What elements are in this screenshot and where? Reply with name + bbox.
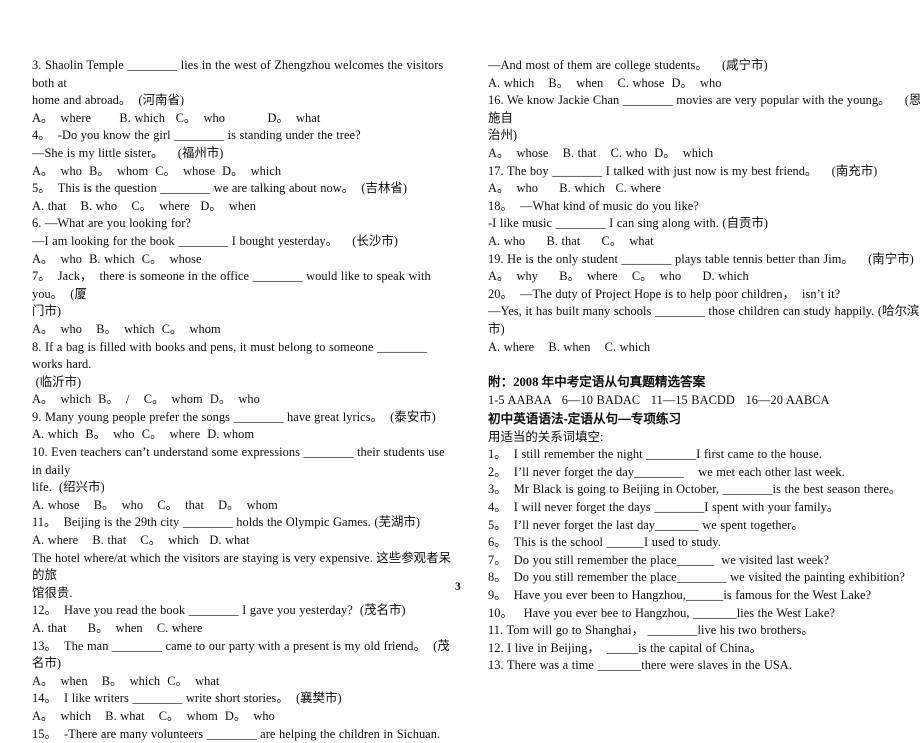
practice-section-heading: 初中英语语法-定语从句—专项练习 <box>488 411 682 426</box>
question-line: 8. If a bag is filled with books and pen… <box>32 339 431 372</box>
question-line: 10. Even teachers can’t understand some … <box>32 445 449 477</box>
question-line: 9. Many young people prefer the songs __… <box>32 409 436 424</box>
question-line: 15。 -There are many volunteers ________ … <box>32 726 441 741</box>
question-line: home and abroad。 (河南省) <box>32 93 185 108</box>
question-line: 治州) <box>488 128 518 143</box>
question-line: 14。 I like writers ________ write short … <box>32 691 342 706</box>
option-line: A. where B. that C。 which D. what <box>32 533 250 548</box>
two-column-layout: 3. Shaolin Temple ________ lies in the w… <box>32 57 920 743</box>
practice-item: 13. There was a time _______there were s… <box>488 658 792 673</box>
option-line: A。 who B. which C. where <box>488 181 662 196</box>
question-line: 4。 -Do you know the girl ________ is sta… <box>32 128 361 143</box>
note-line: The hotel where/at which the visitors ar… <box>32 550 452 583</box>
option-line: A. where B. when C. which <box>488 339 651 354</box>
option-line: A。 who B。 which C。 whom <box>32 321 221 336</box>
practice-item: 9。 Have you ever been to Hangzhou,______… <box>488 588 872 603</box>
option-line: A. which B。 who C。 where D. whom <box>32 427 255 442</box>
question-line: life. (绍兴市) <box>32 480 105 495</box>
practice-item: 10。 Have you ever bee to Hangzhou, _____… <box>488 605 836 620</box>
answer-key-line: 1-5 AABAA 6—10 BADAC 11—15 BACDD 16—20 A… <box>488 393 830 408</box>
question-line: (临沂市) <box>32 374 82 389</box>
question-line: —I am looking for the book ________ I bo… <box>32 233 398 248</box>
practice-item: 1。 I still remember the night ________I … <box>488 447 822 462</box>
option-line: A。 which B。 / C。 whom D。 who <box>32 392 260 407</box>
question-line: 20。 —The duty of Project Hope is to help… <box>488 286 841 301</box>
practice-item: 6。 This is the school ______I used to st… <box>488 535 721 550</box>
practice-item: 7。 Do you still remember the place______… <box>488 552 830 567</box>
practice-item: 3。 Mr Black is going to Beijing in Octob… <box>488 482 902 497</box>
question-line: 门市) <box>32 304 62 319</box>
option-line: A。 who B. which C。 whose <box>32 251 202 266</box>
right-column: —And most of them are college students。 … <box>488 57 920 675</box>
question-line: 12。 Have you read the book ________ I ga… <box>32 603 406 618</box>
option-line: A. that B. who C。 where D。 when <box>32 198 256 213</box>
option-line: A。 when B。 which C。 what <box>32 673 220 688</box>
practice-item: 11. Tom will go to Shanghai， ________liv… <box>488 623 814 638</box>
practice-item: 8。 Do you still remember the place______… <box>488 570 905 585</box>
question-line: 5。 This is the question ________ we are … <box>32 181 408 196</box>
question-line: 17. The boy ________ I talked with just … <box>488 163 878 178</box>
question-line: 7。 Jack， there is someone in the office … <box>32 269 435 301</box>
practice-item: 12. I live in Beijing， _____is the capit… <box>488 640 763 655</box>
practice-instruction: 用适当的关系词填空: <box>488 429 604 444</box>
question-line: 3. Shaolin Temple ________ lies in the w… <box>32 58 447 90</box>
option-line: A. which B。 when C. whose D。 who <box>488 75 722 90</box>
worksheet-page: 3. Shaolin Temple ________ lies in the w… <box>0 0 920 741</box>
answer-key-heading: 附：2008 年中考定语从句真题精选答案 <box>488 375 706 390</box>
option-line: A。 who B。 whom C。 whose D。 which <box>32 163 282 178</box>
practice-item: 5。 I’ll never forget the last day_______… <box>488 517 804 532</box>
practice-item: 2。 I’ll never forget the day________ we … <box>488 464 845 479</box>
question-line: —She is my little sister。 (福州市) <box>32 145 224 160</box>
option-line: A. whose B。 who C。 that D。 whom <box>32 497 278 512</box>
question-line: 13。 The man ________ came to our party w… <box>32 638 450 671</box>
question-line: 11。 Beijing is the 29th city ________ ho… <box>32 515 421 530</box>
question-line: —Yes, it has built many schools ________… <box>488 304 920 336</box>
option-line: A。 why B。 where C。 who D. which <box>488 269 749 284</box>
option-line: A。 whose B. that C. who D。 which <box>488 145 714 160</box>
question-line: 18。 —What kind of music do you like? <box>488 198 699 213</box>
question-line: 6. —What are you looking for? <box>32 216 191 231</box>
note-line: 馆很贵. <box>32 585 73 600</box>
option-line: A。 where B. which C。 who D。 what <box>32 110 321 125</box>
left-column: 3. Shaolin Temple ________ lies in the w… <box>32 57 456 743</box>
page-number: 3 <box>455 581 461 593</box>
question-line: -I like music ________ I can sing along … <box>488 216 769 231</box>
option-line: A. that B。 when C. where <box>32 621 203 635</box>
question-line: —And most of them are college students。 … <box>488 58 768 72</box>
option-line: A. who B. that C。 what <box>488 233 654 248</box>
practice-item: 4。 I will never forget the days ________… <box>488 500 840 515</box>
option-line: A。 which B. what C。 whom D。 who <box>32 708 275 723</box>
question-line: 16. We know Jackie Chan ________ movies … <box>488 93 920 125</box>
question-line: 19. He is the only student ________ play… <box>488 251 914 266</box>
